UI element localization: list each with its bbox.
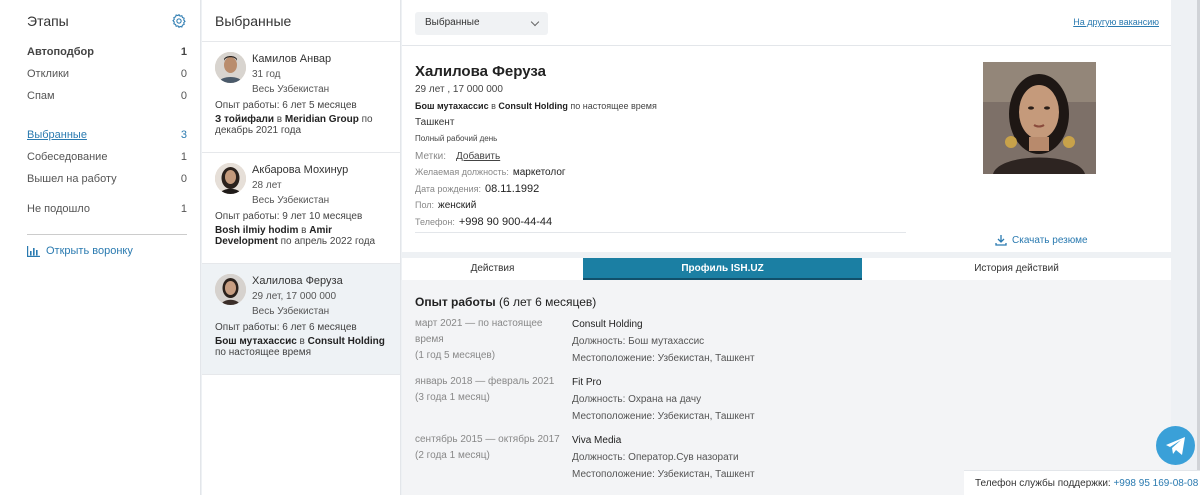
candidate-last-job: З тойифали в Meridian Group по декабрь 2…: [215, 114, 373, 136]
experience-duration: (2 года 1 месяц): [415, 450, 490, 461]
candidate-last-job: Bosh ilmiy hodim в Amir Development по а…: [215, 225, 376, 247]
telegram-button[interactable]: [1156, 426, 1195, 465]
experience-company: Viva Media: [572, 435, 622, 446]
experience-duration: (3 года 1 месяц): [415, 392, 490, 403]
experience-position: Должность: Бош мутахассис: [572, 336, 705, 347]
page-margin: [1172, 0, 1200, 495]
candidate-age: 31 год: [252, 69, 281, 80]
experience-location: Местоположение: Узбекистан, Ташкент: [572, 411, 755, 422]
candidate-name: Акбарова Мохинур: [252, 164, 349, 176]
stages-divider: [27, 234, 187, 235]
stage-vyshel[interactable]: Вышел на работу 0: [27, 172, 187, 194]
profile-divider: [415, 232, 906, 233]
stage-ne-podoshlo[interactable]: Не подошло 1: [27, 202, 187, 224]
experience-title: Опыт работы (6 лет 6 месяцев): [415, 295, 597, 309]
experience-entry: январь 2018 — февраль 2021 (3 года 1 мес…: [415, 374, 1158, 425]
stages-panel: Этапы Автоподбор 1 Отклики 0 Спам 0 Выбранн…: [0, 0, 201, 495]
tab-profile[interactable]: Профиль ISH.UZ: [583, 258, 862, 280]
candidate-card[interactable]: Камилов Анвар 31 год Весь Узбекистан Опы…: [202, 42, 400, 153]
candidate-photo: [983, 62, 1096, 174]
candidate-region: Весь Узбекистан: [252, 84, 330, 95]
telegram-icon: [1165, 436, 1185, 455]
support-bar: Телефон службы поддержки: +998 95 169-08…: [964, 470, 1200, 495]
avatar: [215, 274, 246, 305]
stage-select[interactable]: Выбранные: [415, 12, 548, 35]
selected-candidates-panel: Выбранные Камилов Анвар 31 год Весь Узбе…: [202, 0, 401, 495]
tab-actions[interactable]: Действия: [402, 258, 583, 280]
stage-otkliki[interactable]: Отклики 0: [27, 67, 187, 89]
other-vacancy-link[interactable]: На другую вакансию: [1073, 17, 1159, 27]
bar-chart-icon: [27, 245, 40, 257]
detail-tabs: Действия Профиль ISH.UZ История действий: [402, 258, 1171, 280]
stage-autopodbor[interactable]: Автоподбор 1: [27, 45, 187, 67]
candidate-name: Камилов Анвар: [252, 53, 332, 65]
profile-section: Халилова Феруза 29 лет , 17 000 000 Бош …: [402, 46, 1171, 252]
candidate-experience: Опыт работы: 6 лет 5 месяцев: [215, 100, 357, 111]
candidate-experience: Опыт работы: 9 лет 10 месяцев: [215, 211, 363, 222]
candidate-card[interactable]: Акбарова Мохинур 28 лет Весь Узбекистан …: [202, 153, 400, 264]
experience-entry: март 2021 — по настоящее время (1 год 5 …: [415, 316, 1158, 367]
experience-location: Местоположение: Узбекистан, Ташкент: [572, 469, 755, 480]
experience-duration: (1 год 5 месяцев): [415, 350, 496, 361]
stages-header: Этапы: [27, 12, 187, 30]
selected-title: Выбранные: [202, 0, 400, 42]
experience-position: Должность: Охрана на дачу: [572, 394, 702, 405]
experience-company: Consult Holding: [572, 319, 643, 330]
chevron-down-icon: [530, 17, 540, 27]
experience-period: сентябрь 2015 — октябрь 2017: [415, 434, 560, 445]
open-funnel-link[interactable]: Открыть воронку: [27, 245, 187, 257]
candidate-age: 29 лет, 17 000 000: [252, 291, 337, 302]
detail-topbar: Выбранные На другую вакансию: [402, 0, 1171, 46]
experience-position: Должность: Оператор.Сув назорати: [572, 452, 739, 463]
candidate-name: Халилова Феруза: [252, 275, 343, 287]
stage-vybrannye[interactable]: Выбранные 3: [27, 128, 187, 150]
download-icon: [995, 235, 1007, 246]
support-label: Телефон службы поддержки:: [975, 478, 1114, 489]
stage-spam[interactable]: Спам 0: [27, 89, 187, 111]
stage-sobesedovanie[interactable]: Собеседование 1: [27, 150, 187, 172]
avatar: [215, 52, 246, 83]
support-phone[interactable]: +998 95 169-08-08: [1113, 478, 1198, 489]
candidate-last-job: Бош мутахассис в Consult Holding по наст…: [215, 336, 385, 358]
experience-period: январь 2018 — февраль 2021: [415, 376, 555, 387]
candidate-region: Весь Узбекистан: [252, 195, 330, 206]
download-resume-link[interactable]: Скачать резюме: [995, 234, 1088, 246]
add-tag-link[interactable]: Добавить: [456, 151, 500, 162]
stages-title: Этапы: [27, 13, 69, 29]
experience-section: Опыт работы (6 лет 6 месяцев) март 2021 …: [402, 280, 1171, 495]
birth-row: Дата рождения: 08.11.1992: [415, 183, 540, 195]
candidate-age: 28 лет: [252, 180, 282, 191]
gender-row: Пол: женский: [415, 200, 477, 211]
experience-location: Местоположение: Узбекистан, Ташкент: [572, 353, 755, 364]
candidate-detail: Выбранные На другую вакансию Халилова Фе…: [402, 0, 1171, 495]
candidate-experience: Опыт работы: 6 лет 6 месяцев: [215, 322, 357, 333]
experience-company: Fit Pro: [572, 377, 602, 388]
avatar: [215, 163, 246, 194]
phone-row: Телефон: +998 90 900-44-44: [415, 216, 553, 228]
gear-icon[interactable]: [171, 13, 187, 29]
candidate-region: Весь Узбекистан: [252, 306, 330, 317]
experience-period: март 2021 — по настоящее время: [415, 318, 543, 345]
candidate-card-active[interactable]: Халилова Феруза 29 лет, 17 000 000 Весь …: [202, 264, 400, 375]
tab-history[interactable]: История действий: [862, 258, 1171, 280]
